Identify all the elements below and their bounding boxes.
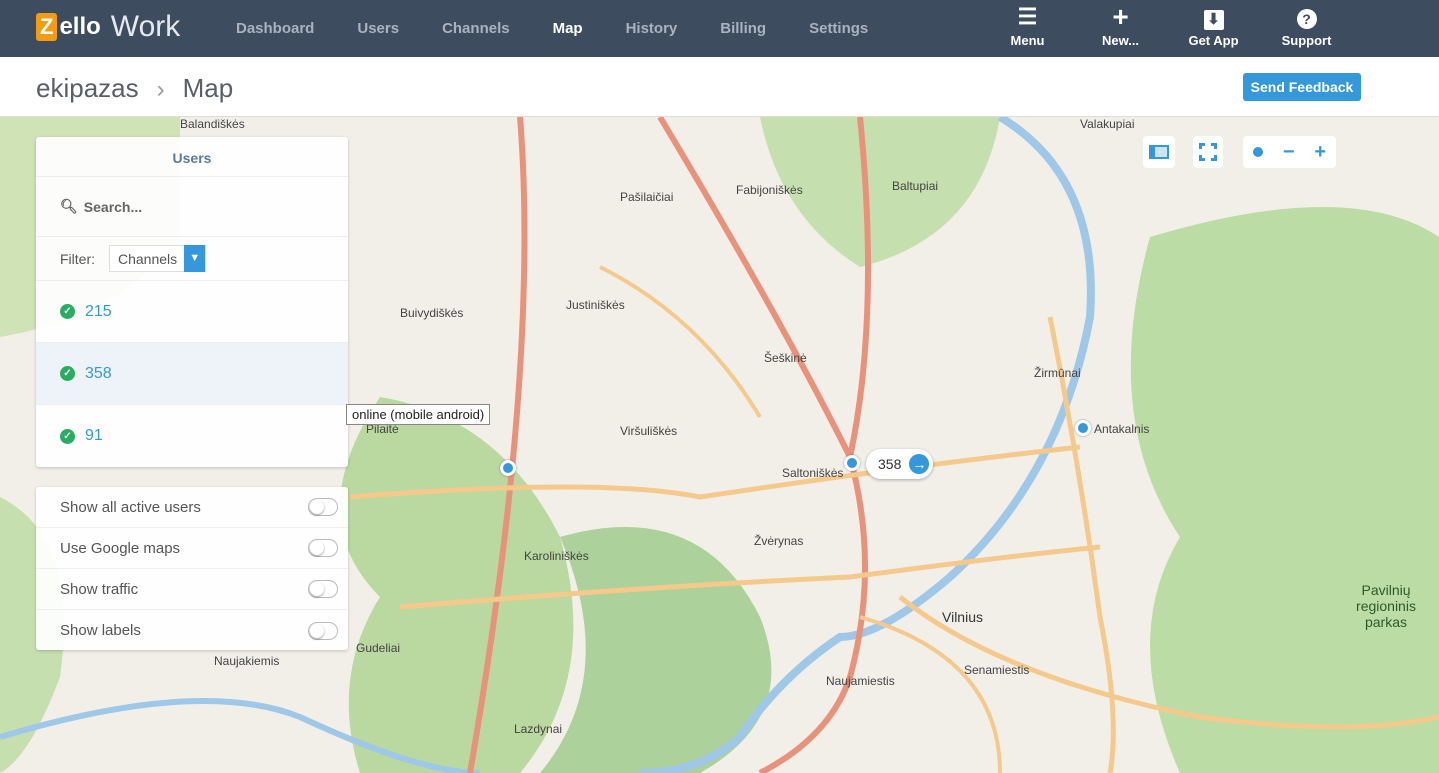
nav-channels[interactable]: Channels [442,0,510,57]
map-label: Valakupiai [1080,117,1135,131]
filter-row: Filter: Channels ▼ [36,237,348,281]
map-label: Baltupiai [892,179,939,193]
map-label: Lazdynai [514,722,563,736]
main-nav: Dashboard Users Channels Map History Bil… [236,0,911,57]
page-header: ekipazas › Map Send Feedback [0,57,1439,117]
user-item[interactable]: ✓ 358 [36,343,348,405]
map-label: Pavilnių regioninis parkas [1356,582,1416,630]
chevron-right-icon: › [156,76,165,103]
menu-icon: ☰ [1017,4,1038,29]
map-label: Saltoniškės [782,466,844,480]
user-search-input[interactable]: 🔍︎ Search... [36,177,348,237]
user-marker[interactable] [1075,420,1091,436]
map-label: Buivydiškės [400,306,464,320]
status-tooltip: online (mobile android) [346,404,491,425]
nav-dashboard[interactable]: Dashboard [236,0,314,57]
user-marker[interactable] [500,460,516,476]
user-item[interactable]: ✓ 91 [36,405,348,467]
online-check-icon: ✓ [60,304,75,319]
plus-icon: + [1112,1,1129,32]
zello-work-logo[interactable]: Zello Work [36,10,180,44]
map-label: Gudeliai [356,641,401,655]
zoom-in-icon[interactable]: + [1314,141,1326,164]
nav-map[interactable]: Map [553,0,583,57]
menu-button[interactable]: ☰ Menu [981,4,1074,49]
get-app-button[interactable]: ⬇ Get App [1167,6,1260,48]
zoom-out-icon[interactable]: − [1283,141,1295,164]
breadcrumb: ekipazas › Map [36,73,233,104]
map-options-panel: Show all active users Use Google maps Sh… [36,487,348,650]
toggle[interactable] [308,580,338,598]
map-label: Žirmūnai [1034,366,1081,380]
toggle[interactable] [308,621,338,640]
download-icon: ⬇ [1203,6,1224,30]
map-label: Senamiestis [964,663,1030,677]
map-label: Naujamiestis [826,674,895,688]
online-check-icon: ✓ [60,428,75,444]
support-button[interactable]: ? Support [1260,6,1353,48]
option-use-google-maps: Use Google maps [36,528,348,569]
map-label: Vilnius [942,609,983,625]
map-label: Žvėrynas [754,534,804,548]
online-check-icon: ✓ [60,366,75,381]
users-panel-title: Users [36,137,348,177]
fullscreen-icon [1199,143,1217,161]
users-panel: Users 🔍︎ Search... Filter: Channels ▼ ✓ 215… [36,137,348,467]
map-label: Balandiškės [180,117,245,131]
map-label: Šeškinė [764,351,807,365]
toggle[interactable] [308,539,338,557]
toggle[interactable] [308,498,338,516]
map-label: Antakalnis [1094,422,1150,436]
breadcrumb-org[interactable]: ekipazas [36,73,139,103]
option-show-all-active-users: Show all active users [36,487,348,528]
map-label: Pašilaičiai [620,190,674,204]
option-show-labels: Show labels [36,610,348,651]
nav-history[interactable]: History [626,0,678,57]
option-show-traffic: Show traffic [36,569,348,610]
map-label: Viršuliškės [620,424,678,438]
arrow-right-icon[interactable]: → [909,454,930,474]
filter-select[interactable]: Channels ▼ [109,245,207,272]
map-label: Justiniškės [566,298,625,312]
chevron-down-icon: ▼ [184,245,206,272]
page-title: Map [182,73,234,103]
nav-settings[interactable]: Settings [809,0,868,57]
user-marker[interactable] [844,455,860,471]
user-item[interactable]: ✓ 215 [36,281,348,343]
new-button[interactable]: + New... [1074,1,1167,49]
user-marker-label[interactable]: 358 → [866,449,934,479]
map-label: Fabijoniškės [736,183,803,197]
top-navbar: Zello Work Dashboard Users Channels Map … [0,0,1439,57]
search-icon: 🔍︎ [60,198,78,214]
sidebar-panel-icon [1149,145,1169,159]
nav-users[interactable]: Users [357,0,399,57]
zoom-controls: − + [1243,136,1336,168]
toggle-sidebar-button[interactable] [1143,136,1175,168]
fullscreen-button[interactable] [1193,136,1223,168]
locate-icon[interactable] [1252,147,1263,157]
map-label: Naujakiemis [214,654,280,668]
question-icon: ? [1296,6,1317,29]
send-feedback-button[interactable]: Send Feedback [1243,73,1361,101]
map-label: Karoliniškės [524,549,589,563]
nav-billing[interactable]: Billing [720,0,766,57]
